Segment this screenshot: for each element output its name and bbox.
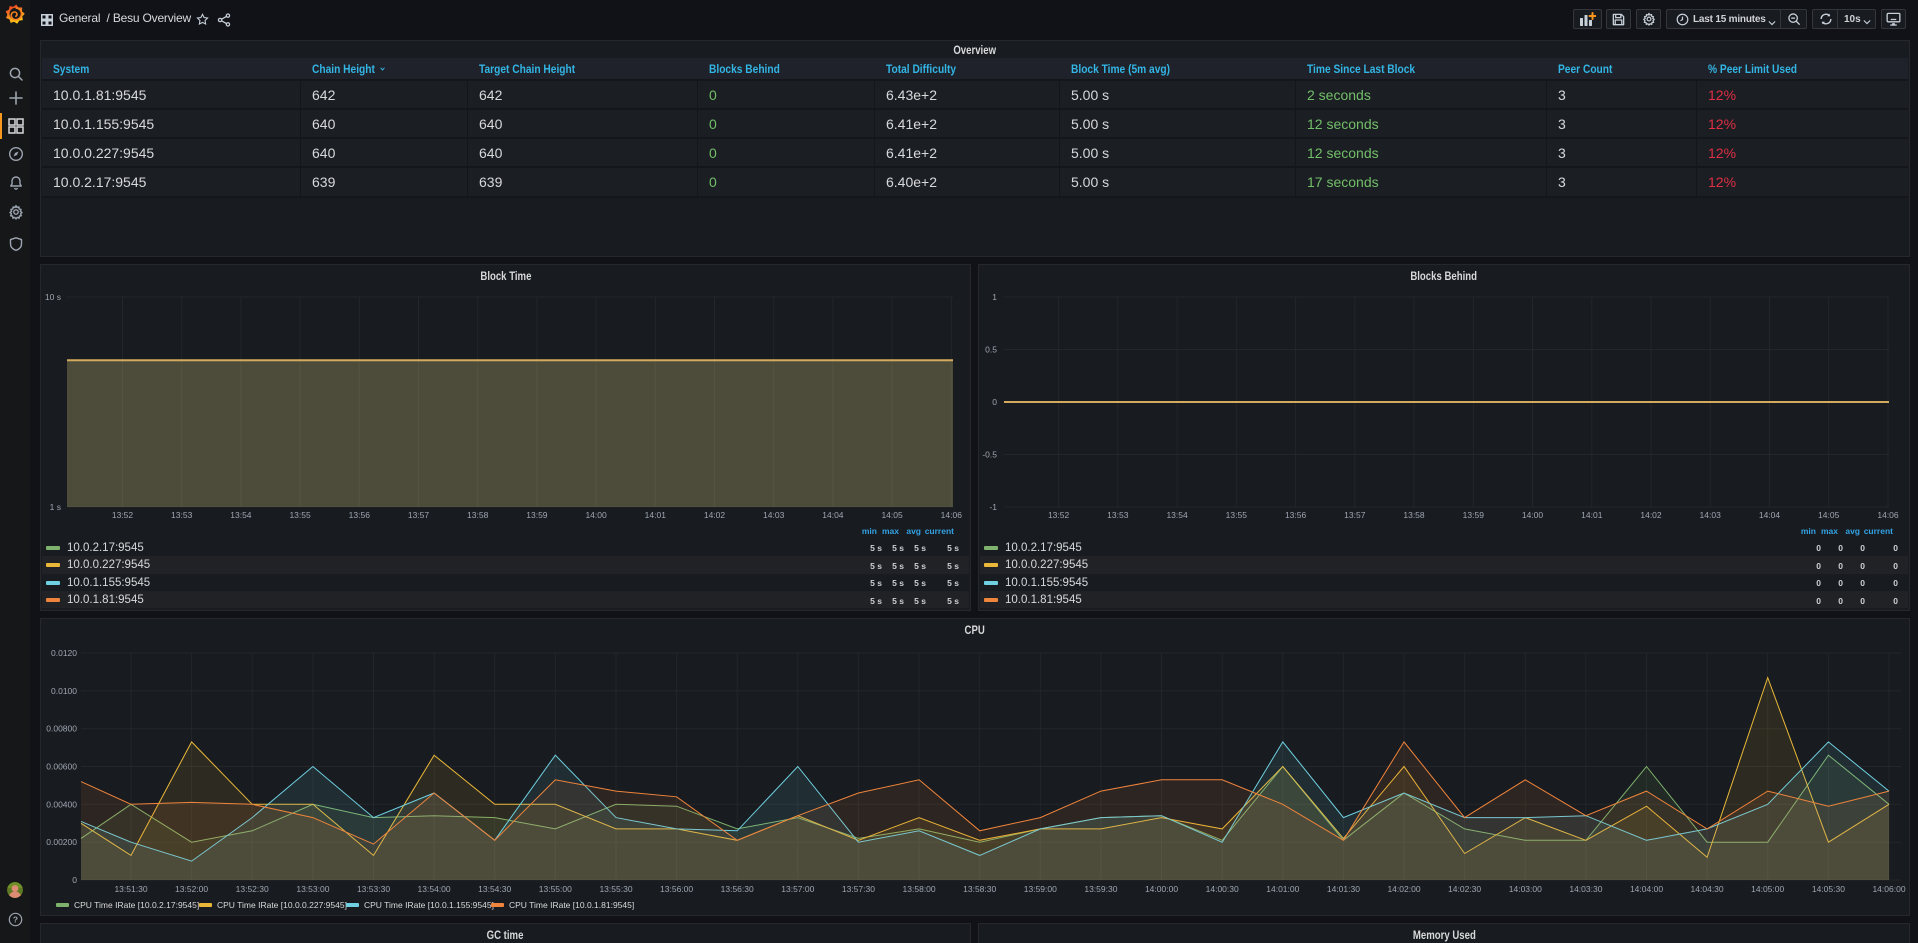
svg-text:0.0120: 0.0120 — [51, 648, 77, 658]
svg-text:14:03: 14:03 — [1700, 510, 1722, 520]
svg-text:14:05:30: 14:05:30 — [1812, 884, 1845, 894]
svg-text:0.00400: 0.00400 — [46, 799, 77, 809]
svg-text:13:53:00: 13:53:00 — [296, 884, 329, 894]
svg-text:14:01:00: 14:01:00 — [1266, 884, 1299, 894]
svg-text:13:59: 13:59 — [1463, 510, 1485, 520]
svg-text:13:57:00: 13:57:00 — [781, 884, 814, 894]
svg-text:13:53: 13:53 — [1107, 510, 1129, 520]
svg-text:14:05: 14:05 — [881, 510, 903, 520]
svg-text:13:52: 13:52 — [112, 510, 134, 520]
svg-text:13:58: 13:58 — [1403, 510, 1425, 520]
svg-text:14:02: 14:02 — [704, 510, 726, 520]
svg-text:14:03: 14:03 — [763, 510, 785, 520]
svg-text:13:52: 13:52 — [1048, 510, 1070, 520]
svg-text:14:04:00: 14:04:00 — [1630, 884, 1663, 894]
svg-text:13:56:30: 13:56:30 — [721, 884, 754, 894]
svg-text:13:57: 13:57 — [408, 510, 430, 520]
svg-text:-1: -1 — [989, 502, 997, 512]
svg-text:14:03:00: 14:03:00 — [1509, 884, 1542, 894]
svg-text:14:05:00: 14:05:00 — [1751, 884, 1784, 894]
svg-text:14:04: 14:04 — [1759, 510, 1781, 520]
svg-text:13:53:30: 13:53:30 — [357, 884, 390, 894]
svg-text:1 s: 1 s — [50, 502, 61, 512]
svg-text:13:54:00: 13:54:00 — [418, 884, 451, 894]
svg-text:13:58:30: 13:58:30 — [963, 884, 996, 894]
svg-text:13:52:30: 13:52:30 — [236, 884, 269, 894]
svg-text:14:06: 14:06 — [941, 510, 963, 520]
svg-text:14:03:30: 14:03:30 — [1569, 884, 1602, 894]
svg-text:13:59:00: 13:59:00 — [1024, 884, 1057, 894]
svg-text:13:59: 13:59 — [526, 510, 548, 520]
svg-text:14:01: 14:01 — [645, 510, 667, 520]
svg-text:13:55:00: 13:55:00 — [539, 884, 572, 894]
svg-text:14:04: 14:04 — [822, 510, 844, 520]
svg-text:14:06: 14:06 — [1877, 510, 1899, 520]
svg-text:14:02:00: 14:02:00 — [1387, 884, 1420, 894]
svg-text:14:02:30: 14:02:30 — [1448, 884, 1481, 894]
svg-text:0.0100: 0.0100 — [51, 686, 77, 696]
svg-text:13:54:30: 13:54:30 — [478, 884, 511, 894]
svg-text:-0.5: -0.5 — [982, 450, 997, 460]
svg-text:0: 0 — [72, 875, 77, 885]
svg-text:14:01: 14:01 — [1581, 510, 1603, 520]
svg-text:13:58: 13:58 — [467, 510, 489, 520]
svg-text:14:00:30: 14:00:30 — [1206, 884, 1239, 894]
svg-text:13:57: 13:57 — [1344, 510, 1366, 520]
svg-text:13:56:00: 13:56:00 — [660, 884, 693, 894]
svg-text:13:54: 13:54 — [230, 510, 252, 520]
svg-text:13:54: 13:54 — [1166, 510, 1188, 520]
svg-text:10 s: 10 s — [45, 292, 61, 302]
svg-text:14:06:00: 14:06:00 — [1872, 884, 1905, 894]
svg-text:13:52:00: 13:52:00 — [175, 884, 208, 894]
svg-text:14:00: 14:00 — [1522, 510, 1544, 520]
svg-text:0.5: 0.5 — [985, 345, 997, 355]
svg-text:0.00600: 0.00600 — [46, 762, 77, 772]
svg-text:0: 0 — [992, 397, 997, 407]
svg-text:14:02: 14:02 — [1640, 510, 1662, 520]
svg-text:13:51:30: 13:51:30 — [114, 884, 147, 894]
svg-text:14:05: 14:05 — [1818, 510, 1840, 520]
svg-text:14:04:30: 14:04:30 — [1691, 884, 1724, 894]
svg-text:13:55:30: 13:55:30 — [599, 884, 632, 894]
svg-text:13:53: 13:53 — [171, 510, 193, 520]
svg-text:13:56: 13:56 — [349, 510, 371, 520]
svg-text:0.00200: 0.00200 — [46, 837, 77, 847]
svg-text:14:00: 14:00 — [585, 510, 607, 520]
svg-text:13:58:00: 13:58:00 — [903, 884, 936, 894]
svg-text:1: 1 — [992, 292, 997, 302]
svg-text:?: ? — [13, 914, 18, 924]
svg-text:13:56: 13:56 — [1285, 510, 1307, 520]
svg-text:13:55: 13:55 — [1226, 510, 1248, 520]
svg-text:13:55: 13:55 — [289, 510, 311, 520]
svg-text:0.00800: 0.00800 — [46, 724, 77, 734]
svg-text:13:57:30: 13:57:30 — [842, 884, 875, 894]
svg-text:13:59:30: 13:59:30 — [1084, 884, 1117, 894]
svg-text:14:01:30: 14:01:30 — [1327, 884, 1360, 894]
svg-text:14:00:00: 14:00:00 — [1145, 884, 1178, 894]
